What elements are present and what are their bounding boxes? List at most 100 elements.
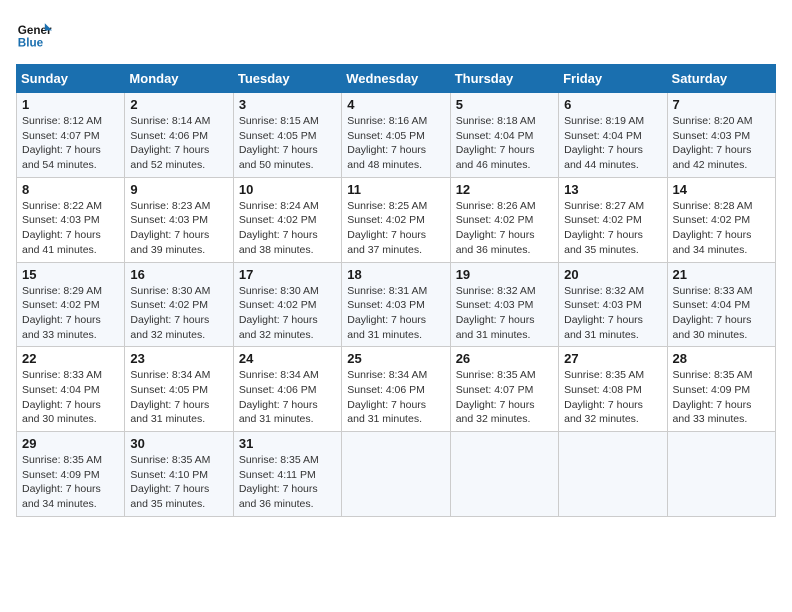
weekday-header: Sunday (17, 65, 125, 93)
day-number: 26 (456, 351, 553, 366)
day-number: 20 (564, 267, 661, 282)
day-number: 8 (22, 182, 119, 197)
calendar-cell: 20 Sunrise: 8:32 AMSunset: 4:03 PMDayligh… (559, 262, 667, 347)
calendar-cell: 17 Sunrise: 8:30 AMSunset: 4:02 PMDayligh… (233, 262, 341, 347)
calendar-cell: 12 Sunrise: 8:26 AMSunset: 4:02 PMDayligh… (450, 177, 558, 262)
day-detail: Sunrise: 8:28 AMSunset: 4:02 PMDaylight:… (673, 199, 770, 258)
calendar-body: 1 Sunrise: 8:12 AMSunset: 4:07 PMDaylight… (17, 93, 776, 517)
day-detail: Sunrise: 8:32 AMSunset: 4:03 PMDaylight:… (456, 284, 553, 343)
day-number: 24 (239, 351, 336, 366)
calendar-cell: 15Sunrise: 8:29 AMSunset: 4:02 PMDayligh… (17, 262, 125, 347)
day-detail: Sunrise: 8:27 AMSunset: 4:02 PMDaylight:… (564, 199, 661, 258)
calendar-cell: 7Sunrise: 8:20 AMSunset: 4:03 PMDaylight… (667, 93, 775, 178)
day-detail: Sunrise: 8:34 AMSunset: 4:06 PMDaylight:… (347, 368, 444, 427)
calendar-cell: 24 Sunrise: 8:34 AMSunset: 4:06 PMDayligh… (233, 347, 341, 432)
calendar-cell (342, 432, 450, 517)
day-number: 30 (130, 436, 227, 451)
day-number: 6 (564, 97, 661, 112)
day-detail: Sunrise: 8:35 AMSunset: 4:07 PMDaylight:… (456, 368, 553, 427)
day-number: 5 (456, 97, 553, 112)
weekday-header: Thursday (450, 65, 558, 93)
day-number: 9 (130, 182, 227, 197)
calendar-cell (667, 432, 775, 517)
day-detail: Sunrise: 8:14 AMSunset: 4:06 PMDaylight:… (130, 114, 227, 173)
weekday-header: Monday (125, 65, 233, 93)
day-detail: Sunrise: 8:29 AMSunset: 4:02 PMDaylight:… (22, 284, 119, 343)
day-detail: Sunrise: 8:26 AMSunset: 4:02 PMDaylight:… (456, 199, 553, 258)
day-detail: Sunrise: 8:35 AMSunset: 4:09 PMDaylight:… (673, 368, 770, 427)
day-detail: Sunrise: 8:34 AMSunset: 4:06 PMDaylight:… (239, 368, 336, 427)
calendar-cell: 4 Sunrise: 8:16 AMSunset: 4:05 PMDaylight… (342, 93, 450, 178)
day-detail: Sunrise: 8:16 AMSunset: 4:05 PMDaylight:… (347, 114, 444, 173)
day-number: 3 (239, 97, 336, 112)
calendar-table: SundayMondayTuesdayWednesdayThursdayFrid… (16, 64, 776, 517)
calendar-cell: 26 Sunrise: 8:35 AMSunset: 4:07 PMDayligh… (450, 347, 558, 432)
svg-text:Blue: Blue (18, 37, 44, 50)
calendar-cell: 23Sunrise: 8:34 AMSunset: 4:05 PMDayligh… (125, 347, 233, 432)
day-detail: Sunrise: 8:32 AMSunset: 4:03 PMDaylight:… (564, 284, 661, 343)
day-number: 16 (130, 267, 227, 282)
page-header: General Blue (16, 16, 776, 52)
day-detail: Sunrise: 8:35 AMSunset: 4:11 PMDaylight:… (239, 453, 336, 512)
day-number: 27 (564, 351, 661, 366)
day-detail: Sunrise: 8:33 AMSunset: 4:04 PMDaylight:… (673, 284, 770, 343)
day-number: 17 (239, 267, 336, 282)
day-detail: Sunrise: 8:22 AMSunset: 4:03 PMDaylight:… (22, 199, 119, 258)
day-number: 4 (347, 97, 444, 112)
calendar-cell (450, 432, 558, 517)
calendar-header: SundayMondayTuesdayWednesdayThursdayFrid… (17, 65, 776, 93)
day-number: 11 (347, 182, 444, 197)
calendar-cell: 11 Sunrise: 8:25 AMSunset: 4:02 PMDayligh… (342, 177, 450, 262)
calendar-cell: 3 Sunrise: 8:15 AMSunset: 4:05 PMDaylight… (233, 93, 341, 178)
day-detail: Sunrise: 8:24 AMSunset: 4:02 PMDaylight:… (239, 199, 336, 258)
calendar-cell: 29Sunrise: 8:35 AMSunset: 4:09 PMDayligh… (17, 432, 125, 517)
day-number: 25 (347, 351, 444, 366)
day-number: 28 (673, 351, 770, 366)
day-number: 18 (347, 267, 444, 282)
day-detail: Sunrise: 8:18 AMSunset: 4:04 PMDaylight:… (456, 114, 553, 173)
day-detail: Sunrise: 8:30 AMSunset: 4:02 PMDaylight:… (239, 284, 336, 343)
day-detail: Sunrise: 8:35 AMSunset: 4:08 PMDaylight:… (564, 368, 661, 427)
calendar-cell: 25 Sunrise: 8:34 AMSunset: 4:06 PMDayligh… (342, 347, 450, 432)
day-detail: Sunrise: 8:33 AMSunset: 4:04 PMDaylight:… (22, 368, 119, 427)
day-number: 1 (22, 97, 119, 112)
calendar-cell: 2 Sunrise: 8:14 AMSunset: 4:06 PMDaylight… (125, 93, 233, 178)
day-number: 12 (456, 182, 553, 197)
day-detail: Sunrise: 8:12 AMSunset: 4:07 PMDaylight:… (22, 114, 119, 173)
day-number: 19 (456, 267, 553, 282)
day-number: 13 (564, 182, 661, 197)
calendar-cell: 28 Sunrise: 8:35 AMSunset: 4:09 PMDayligh… (667, 347, 775, 432)
day-number: 10 (239, 182, 336, 197)
header-row: SundayMondayTuesdayWednesdayThursdayFrid… (17, 65, 776, 93)
weekday-header: Friday (559, 65, 667, 93)
day-detail: Sunrise: 8:31 AMSunset: 4:03 PMDaylight:… (347, 284, 444, 343)
day-detail: Sunrise: 8:19 AMSunset: 4:04 PMDaylight:… (564, 114, 661, 173)
weekday-header: Tuesday (233, 65, 341, 93)
day-number: 2 (130, 97, 227, 112)
day-detail: Sunrise: 8:30 AMSunset: 4:02 PMDaylight:… (130, 284, 227, 343)
calendar-cell: 19 Sunrise: 8:32 AMSunset: 4:03 PMDayligh… (450, 262, 558, 347)
calendar-week-row: 1 Sunrise: 8:12 AMSunset: 4:07 PMDaylight… (17, 93, 776, 178)
day-detail: Sunrise: 8:15 AMSunset: 4:05 PMDaylight:… (239, 114, 336, 173)
logo: General Blue (16, 16, 52, 52)
calendar-cell: 6 Sunrise: 8:19 AMSunset: 4:04 PMDaylight… (559, 93, 667, 178)
logo-icon: General Blue (16, 16, 52, 52)
day-detail: Sunrise: 8:35 AMSunset: 4:09 PMDaylight:… (22, 453, 119, 512)
day-detail: Sunrise: 8:25 AMSunset: 4:02 PMDaylight:… (347, 199, 444, 258)
calendar-cell: 9Sunrise: 8:23 AMSunset: 4:03 PMDaylight… (125, 177, 233, 262)
calendar-cell: 8 Sunrise: 8:22 AMSunset: 4:03 PMDaylight… (17, 177, 125, 262)
day-number: 31 (239, 436, 336, 451)
calendar-cell: 14Sunrise: 8:28 AMSunset: 4:02 PMDayligh… (667, 177, 775, 262)
day-detail: Sunrise: 8:20 AMSunset: 4:03 PMDaylight:… (673, 114, 770, 173)
day-detail: Sunrise: 8:34 AMSunset: 4:05 PMDaylight:… (130, 368, 227, 427)
day-number: 22 (22, 351, 119, 366)
weekday-header: Wednesday (342, 65, 450, 93)
calendar-cell: 22 Sunrise: 8:33 AMSunset: 4:04 PMDayligh… (17, 347, 125, 432)
day-number: 21 (673, 267, 770, 282)
calendar-cell: 16 Sunrise: 8:30 AMSunset: 4:02 PMDayligh… (125, 262, 233, 347)
calendar-week-row: 15Sunrise: 8:29 AMSunset: 4:02 PMDayligh… (17, 262, 776, 347)
calendar-cell (559, 432, 667, 517)
calendar-week-row: 29Sunrise: 8:35 AMSunset: 4:09 PMDayligh… (17, 432, 776, 517)
calendar-cell: 31 Sunrise: 8:35 AMSunset: 4:11 PMDayligh… (233, 432, 341, 517)
calendar-cell: 10 Sunrise: 8:24 AMSunset: 4:02 PMDayligh… (233, 177, 341, 262)
